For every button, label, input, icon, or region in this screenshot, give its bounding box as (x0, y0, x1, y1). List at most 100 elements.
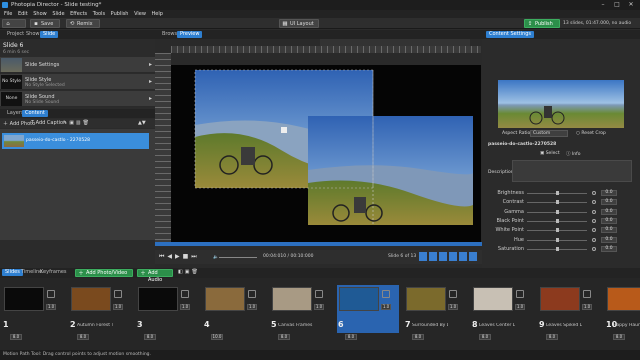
reset-icon[interactable] (592, 209, 596, 214)
slide-style-item[interactable]: No Style Slide Style No Style Selected ▸ (0, 74, 155, 90)
close-icon[interactable]: ✕ (624, 1, 638, 9)
ui-layout-button[interactable]: ▦ UI Layout (279, 19, 319, 28)
clip-duration[interactable]: 8.0 (144, 334, 156, 340)
volume-icon[interactable]: 🔈 (213, 255, 219, 260)
slider-track[interactable] (527, 218, 587, 223)
slide-clip[interactable]: 1.0 8Leaves Center Lin 8.0 (471, 285, 533, 340)
slider-value[interactable]: 0.0 (601, 245, 617, 252)
slide-clip[interactable]: 1.0 1 8.0 (2, 285, 64, 340)
layer-row[interactable]: passeio-do-castlo - 2270528 (2, 133, 149, 149)
slide-clip[interactable]: 1.0 4 10.0 (203, 285, 265, 340)
slide-clip[interactable]: 1.0 2Autumn Forest Tit 8.0 (69, 285, 131, 340)
transition-icon[interactable] (181, 290, 189, 298)
menu-tools[interactable]: Tools (93, 11, 105, 17)
add-photo-video-button[interactable]: ＋ Add Photo/Video (75, 269, 133, 277)
transition-icon[interactable] (315, 290, 323, 298)
transition-duration[interactable]: 1.0 (381, 304, 391, 310)
slider-track[interactable] (527, 200, 587, 205)
transition-duration[interactable]: 1.0 (247, 304, 257, 310)
slider-track[interactable] (527, 209, 587, 214)
menu-view[interactable]: View (134, 11, 146, 17)
clip-duration[interactable]: 8.0 (278, 334, 290, 340)
slider-track[interactable] (527, 237, 587, 242)
photo-front[interactable] (308, 116, 473, 225)
slider-track[interactable] (527, 191, 587, 195)
slider-value[interactable]: 0.0 (601, 217, 617, 224)
transition-icon[interactable] (47, 290, 55, 298)
transport-icons[interactable]: ⏮◀▶■⏭ (159, 253, 200, 261)
transition-duration[interactable]: 1.0 (515, 304, 525, 310)
transition-duration[interactable]: 1.0 (46, 304, 56, 310)
clip-duration[interactable]: 8.0 (546, 334, 558, 340)
maximize-icon[interactable]: □ (610, 1, 624, 9)
slider-knob[interactable] (556, 209, 559, 214)
slide-clip[interactable]: 1.0 9Leaves Spiked Lat 8.0 (538, 285, 600, 340)
publish-button[interactable]: ⇪ Publish (524, 19, 560, 28)
slider-knob[interactable] (556, 218, 559, 223)
menu-help[interactable]: Help (152, 11, 163, 17)
transition-icon[interactable] (248, 290, 256, 298)
transition-duration[interactable]: 1.0 (113, 304, 123, 310)
clip-duration[interactable]: 8.0 (10, 334, 22, 340)
slide-settings-item[interactable]: Slide Settings ▸ (0, 57, 155, 73)
select-button[interactable]: ▣ Select (540, 151, 560, 156)
slider-track[interactable] (527, 228, 587, 233)
slider-knob[interactable] (556, 228, 559, 233)
reset-icon[interactable] (592, 237, 596, 242)
preview-tools[interactable] (320, 39, 470, 46)
home-button[interactable]: ⌂ (2, 19, 26, 28)
clip-duration[interactable]: 8.0 (77, 334, 89, 340)
add-caption-button[interactable]: T Add Caption (31, 120, 66, 126)
tab-content[interactable]: Content (22, 110, 48, 117)
slide-canvas[interactable] (171, 65, 481, 242)
move-layer-icons[interactable]: ▲▼ (138, 120, 146, 126)
slider-value[interactable]: 0.0 (601, 199, 617, 206)
slider-value[interactable]: 0.0 (601, 208, 617, 215)
transition-duration[interactable]: 1.0 (180, 304, 190, 310)
minimize-icon[interactable]: – (596, 1, 610, 9)
reset-icon[interactable] (592, 228, 596, 233)
transition-icon[interactable] (516, 290, 524, 298)
slider-knob[interactable] (556, 246, 559, 251)
slider-knob[interactable] (556, 237, 559, 242)
reset-icon[interactable] (592, 191, 596, 195)
description-field[interactable] (512, 160, 632, 182)
info-button[interactable]: ⓘ Info (566, 151, 580, 157)
clip-duration[interactable]: 8.0 (345, 334, 357, 340)
slide-clip[interactable]: 1.0 3 8.0 (136, 285, 198, 340)
transition-icon[interactable] (382, 290, 390, 298)
timeline-tool-icons[interactable]: ◧▣🗑 (178, 269, 200, 275)
save-button[interactable]: ▪ Save (30, 19, 60, 28)
slide-clip[interactable]: 1.0 6 8.0 (337, 285, 399, 340)
slide-clip[interactable]: 1.010Happy Hauntin8.0 (605, 285, 640, 340)
add-audio-button[interactable]: ＋ Add Audio (137, 269, 173, 283)
menu-show[interactable]: Show (33, 11, 47, 17)
slider-value[interactable]: 0.0 (601, 190, 617, 196)
slider-value[interactable]: 0.0 (601, 236, 617, 243)
slide-sound-item[interactable]: None Slide Sound No Slide Sound ▸ (0, 91, 155, 107)
clip-duration[interactable]: 8.0 (613, 334, 625, 340)
menu-slide[interactable]: Slide (52, 11, 64, 17)
transition-icon[interactable] (583, 290, 591, 298)
slider-value[interactable]: 0.0 (601, 227, 617, 234)
reset-icon[interactable] (592, 218, 596, 223)
transition-duration[interactable]: 1.0 (582, 304, 592, 310)
transition-icon[interactable] (114, 290, 122, 298)
canvas-tool-buttons[interactable] (419, 252, 479, 261)
slide-clip[interactable]: 1.0 7Surrounded By Lea 8.0 (404, 285, 466, 340)
menu-file[interactable]: File (4, 11, 12, 17)
reset-icon[interactable] (592, 200, 596, 205)
clip-duration[interactable]: 8.0 (479, 334, 491, 340)
menu-edit[interactable]: Edit (18, 11, 28, 17)
reset-crop-button[interactable]: ○ Reset Crop (576, 131, 606, 136)
aspect-ratio-select[interactable]: Custom (530, 130, 568, 137)
layer-tool-icons[interactable]: ✎▣▥🗑 (63, 120, 91, 126)
clip-duration[interactable]: 10.0 (211, 334, 223, 340)
slide-clip[interactable]: 1.0 5Canvas Frames - Right N 8.0 (270, 285, 332, 340)
playback-progress[interactable] (155, 242, 482, 246)
reset-icon[interactable] (592, 246, 596, 251)
tab-preview[interactable]: Preview (177, 31, 203, 38)
slider-knob[interactable] (556, 200, 559, 205)
slider-knob[interactable] (556, 191, 559, 195)
transition-icon[interactable] (449, 290, 457, 298)
